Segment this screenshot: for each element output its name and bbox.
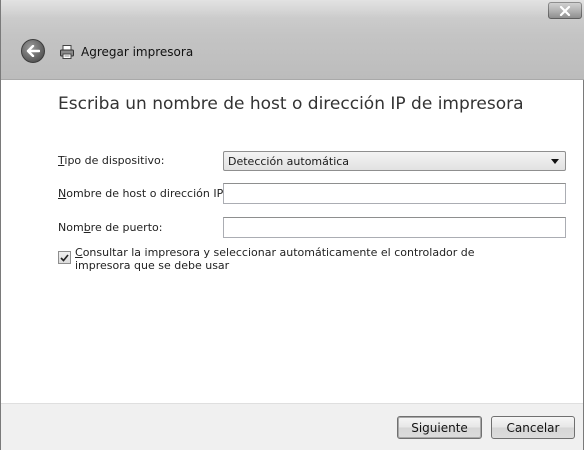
host-input[interactable] bbox=[223, 183, 566, 204]
close-button[interactable] bbox=[548, 2, 582, 19]
auto-driver-checkbox[interactable] bbox=[58, 251, 71, 264]
page-heading: Escriba un nombre de host o dirección IP… bbox=[58, 94, 524, 114]
chevron-down-icon bbox=[551, 159, 559, 164]
port-label: Nombre de puerto: bbox=[58, 221, 163, 234]
cancel-button[interactable]: Cancelar bbox=[491, 416, 575, 439]
next-button[interactable]: Siguiente bbox=[397, 416, 482, 439]
title-bar: Agregar impresora bbox=[1, 0, 584, 80]
device-type-value: Detección automática bbox=[228, 155, 350, 168]
device-type-select[interactable]: Detección automática bbox=[223, 151, 566, 171]
printer-icon bbox=[60, 45, 74, 59]
host-label: Nombre de host o dirección IP: bbox=[58, 187, 227, 200]
device-type-label: Tipo de dispositivo: bbox=[58, 154, 165, 167]
back-arrow-icon bbox=[26, 45, 40, 57]
add-printer-dialog: Agregar impresora Escriba un nombre de h… bbox=[0, 0, 584, 450]
port-input[interactable] bbox=[223, 217, 566, 238]
back-button[interactable] bbox=[21, 39, 45, 63]
auto-driver-label[interactable]: Consultar la impresora y seleccionar aut… bbox=[75, 246, 495, 272]
close-icon bbox=[559, 5, 571, 16]
checkmark-icon bbox=[60, 253, 69, 262]
window-title: Agregar impresora bbox=[81, 45, 194, 59]
